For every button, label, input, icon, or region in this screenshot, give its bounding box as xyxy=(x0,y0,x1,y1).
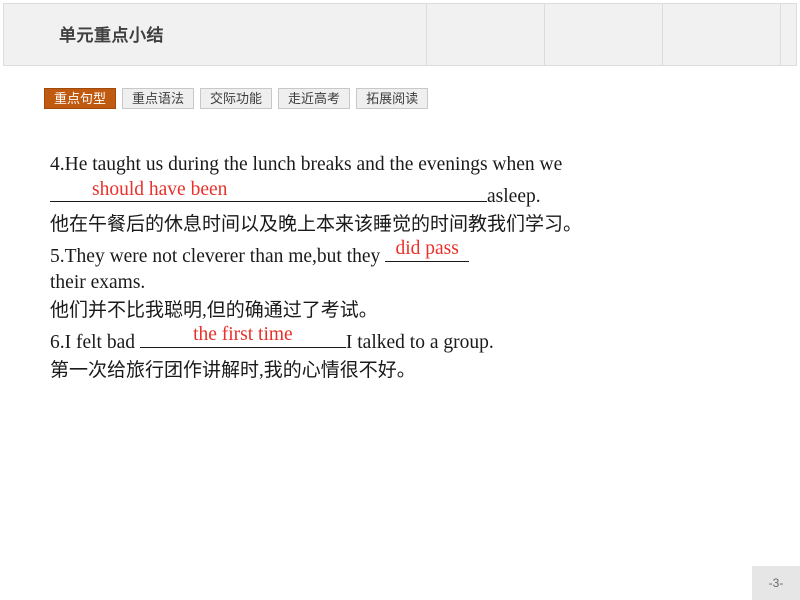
item5-chinese: 他们并不比我聪明,但的确通过了考试。 xyxy=(50,300,378,321)
item6-blank[interactable]: the first time xyxy=(139,324,346,348)
item4-english-line2: should have been asleep. xyxy=(50,179,770,210)
item4-text-part2: asleep. xyxy=(487,186,541,207)
item6-english-line1: 6.I felt bad the first time I talked to a… xyxy=(50,324,770,356)
tab-key-sentences[interactable]: 重点句型 xyxy=(44,88,117,109)
item4-blank[interactable]: should have been xyxy=(50,179,487,202)
tab-extended-reading[interactable]: 拓展阅读 xyxy=(356,88,429,109)
item5-text-part1: 5.They were not cleverer than me,but the… xyxy=(50,246,381,267)
header-divider-2 xyxy=(544,4,545,65)
item4-chinese: 他在午餐后的休息时间以及晚上本来该睡觉的时间教我们学习。 xyxy=(50,214,583,235)
tab-exam-approach[interactable]: 走近高考 xyxy=(278,88,351,109)
item6-chinese: 第一次给旅行团作讲解时,我的心情很不好。 xyxy=(50,360,416,381)
exercise-content: 4.He taught us during the lunch breaks a… xyxy=(50,152,770,386)
item4-text-part1: 4.He taught us during the lunch breaks a… xyxy=(50,154,563,175)
item5-answer: did pass xyxy=(395,238,459,259)
page-number-badge: -3- xyxy=(752,566,800,600)
header-divider-4 xyxy=(780,4,781,65)
item6-answer: the first time xyxy=(193,324,293,345)
tab-key-grammar[interactable]: 重点语法 xyxy=(122,88,195,109)
item4-answer: should have been xyxy=(92,179,228,200)
tab-bar: 重点句型 重点语法 交际功能 走近高考 拓展阅读 xyxy=(44,88,429,109)
item6-text-part2: I talked to a group. xyxy=(345,332,494,353)
item5-english-line2: their exams. xyxy=(50,270,770,296)
item5-text-part2: their exams. xyxy=(50,272,146,293)
header-divider-3 xyxy=(662,4,663,65)
item4-english-line1: 4.He taught us during the lunch breaks a… xyxy=(50,152,770,178)
item6-text-part1: 6.I felt bad xyxy=(50,332,136,353)
header-divider-1 xyxy=(426,4,427,65)
item5-blank[interactable]: did pass xyxy=(385,238,470,262)
item5-english-line1: 5.They were not cleverer than me,but the… xyxy=(50,238,770,270)
page-title: 单元重点小结 xyxy=(59,26,164,45)
tab-communication[interactable]: 交际功能 xyxy=(200,88,273,109)
